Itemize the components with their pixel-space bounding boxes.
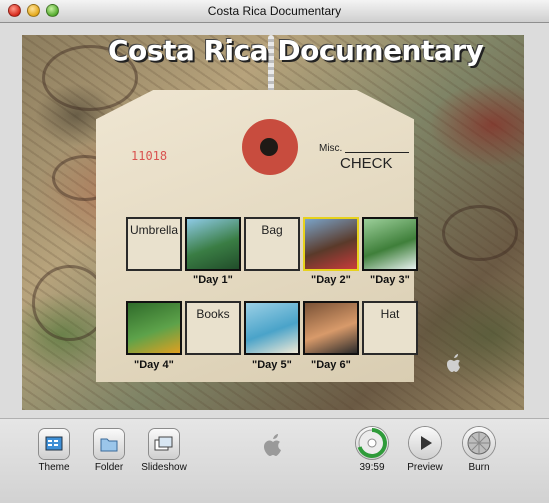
menu-button-label: Hat	[380, 307, 400, 321]
menu-title[interactable]: Costa Rica Documentary	[108, 34, 484, 67]
menu-thumbnail-button[interactable]	[185, 217, 241, 271]
thumbnail-caption: "Day 4"	[134, 359, 174, 371]
slideshow-label: Slideshow	[141, 462, 187, 473]
thumbnail-caption: "Day 6"	[311, 359, 351, 371]
thumbnail-caption: "Day 1"	[193, 274, 233, 286]
menu-text-button[interactable]: Bag	[244, 217, 300, 271]
button-row-2: "Day 4" Books "Day 5" "Day 6" Hat	[126, 301, 421, 371]
apple-watermark-icon	[443, 352, 465, 374]
preview-label: Preview	[407, 462, 443, 473]
misc-underline	[345, 152, 409, 153]
button-row-1: Umbrella "Day 1" Bag "Day 2" "Day 3"	[126, 217, 421, 286]
toolbar: Theme Folder Slideshow 39:59 Preview Bur…	[0, 418, 549, 503]
menu-text-button[interactable]: Books	[185, 301, 241, 355]
menu-button-label: Umbrella	[129, 223, 178, 237]
folder-icon	[94, 429, 124, 459]
idvd-window: Costa Rica Documentary Costa Rica Docume…	[0, 0, 549, 503]
menu-thumbnail-button[interactable]	[303, 217, 359, 271]
thumbnail-caption: "Day 3"	[370, 274, 410, 286]
misc-label: Misc.	[319, 143, 343, 154]
stamp-decoration	[442, 205, 518, 261]
menu-thumbnail-button[interactable]	[244, 301, 300, 355]
time-readout: 39:59	[359, 462, 385, 473]
tag-number: 11018	[131, 149, 168, 163]
apple-logo-icon	[261, 432, 285, 458]
burn-label: Burn	[468, 462, 490, 473]
theme-icon	[39, 429, 69, 459]
menu-text-button[interactable]: Hat	[362, 301, 418, 355]
menu-button-label: Bag	[261, 223, 283, 237]
thumbnail-caption: "Day 5"	[252, 359, 292, 371]
menu-button-label: Books	[196, 307, 230, 321]
disc-status[interactable]: 39:59	[352, 427, 392, 473]
menu-thumbnail-button[interactable]	[303, 301, 359, 355]
disc-icon	[356, 427, 388, 459]
theme-label: Theme	[38, 462, 70, 473]
slideshow-button[interactable]: Slideshow	[139, 429, 189, 473]
tag-hole	[260, 138, 278, 156]
title-bar[interactable]: Costa Rica Documentary	[0, 0, 549, 23]
preview-button[interactable]: Preview	[404, 427, 446, 473]
menu-thumbnail-button[interactable]	[126, 301, 182, 355]
theme-button[interactable]: Theme	[33, 429, 75, 473]
check-label: CHECK	[340, 155, 393, 172]
window-title: Costa Rica Documentary	[207, 4, 342, 18]
folder-label: Folder	[94, 462, 124, 473]
menu-text-button[interactable]: Umbrella	[126, 217, 182, 271]
thumbnail-caption: "Day 2"	[311, 274, 351, 286]
folder-button[interactable]: Folder	[88, 429, 130, 473]
play-icon	[409, 427, 441, 459]
burn-button[interactable]: Burn	[459, 427, 499, 473]
slideshow-icon	[149, 429, 179, 459]
burn-icon	[463, 427, 495, 459]
menu-thumbnail-button[interactable]	[362, 217, 418, 271]
